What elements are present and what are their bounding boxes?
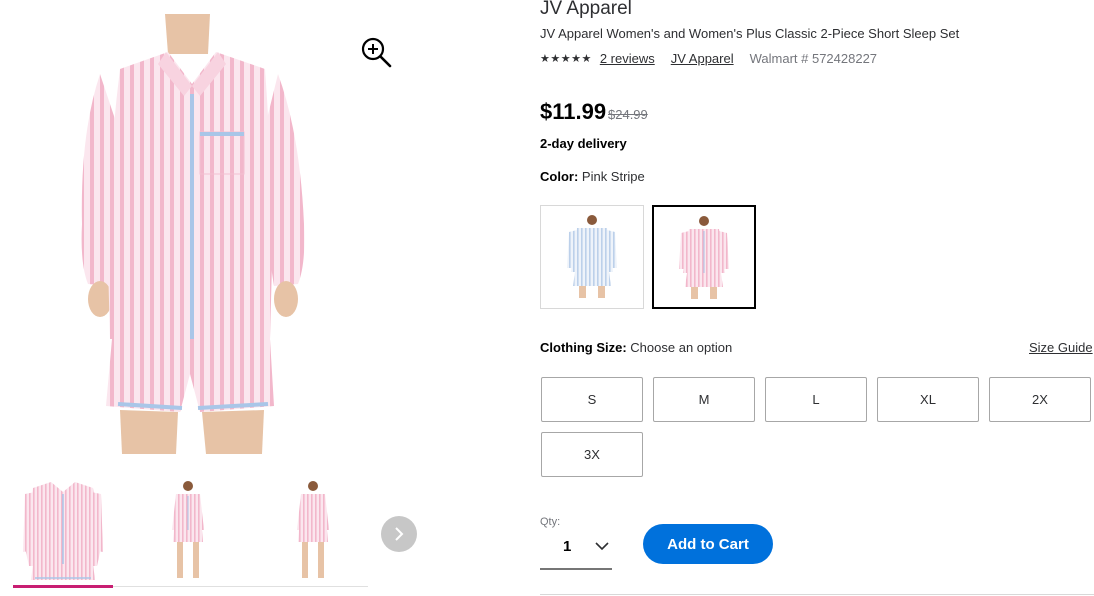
thumbnail-closeup[interactable] — [13, 478, 113, 584]
brand-link[interactable]: JV Apparel — [671, 51, 734, 66]
size-option-3x[interactable]: 3X — [541, 432, 643, 477]
rating-stars: ★★★★★ — [540, 53, 592, 65]
size-label-key: Clothing Size: — [540, 340, 627, 355]
thumbnail-full-back[interactable] — [263, 478, 363, 584]
was-price: $24.99 — [608, 107, 648, 122]
color-selector-label: Color: Pink Stripe — [540, 169, 645, 184]
quantity-value: 1 — [563, 538, 572, 555]
zoom-in-icon[interactable] — [360, 36, 392, 68]
delivery-badge: 2-day delivery — [540, 136, 627, 151]
size-option-2x[interactable]: 2X — [989, 377, 1091, 422]
size-option-l[interactable]: L — [765, 377, 867, 422]
product-meta-row: ★★★★★ 2 reviews JV Apparel Walmart # 572… — [540, 51, 877, 66]
size-selection-value: Choose an option — [630, 340, 733, 355]
product-hero-image — [60, 14, 330, 454]
brand-name: JV Apparel — [540, 0, 632, 19]
current-price: $11.99 — [540, 99, 607, 124]
chevron-right-icon[interactable] — [381, 516, 417, 552]
selected-color-value: Pink Stripe — [581, 169, 645, 184]
size-option-m[interactable]: M — [653, 377, 755, 422]
active-thumbnail-indicator — [13, 585, 113, 588]
size-option-s[interactable]: S — [541, 377, 643, 422]
product-title: JV Apparel Women's and Women's Plus Clas… — [540, 26, 960, 41]
quantity-label: Qty: — [540, 516, 561, 528]
add-to-cart-button[interactable]: Add to Cart — [643, 524, 773, 564]
size-option-xl[interactable]: XL — [877, 377, 979, 422]
reviews-link[interactable]: 2 reviews — [600, 51, 655, 66]
color-swatch-pink-stripe[interactable] — [652, 205, 756, 309]
thumbnail-strip — [13, 472, 368, 590]
thumbnail-full-front[interactable] — [138, 478, 238, 584]
color-label-key: Color: — [540, 169, 579, 184]
quantity-select[interactable]: 1 — [540, 532, 612, 570]
color-swatch-blue-stripe[interactable] — [540, 205, 644, 309]
size-guide-link[interactable]: Size Guide — [1029, 340, 1093, 355]
size-selector-label: Clothing Size: Choose an option — [540, 340, 732, 355]
walmart-item-number: Walmart # 572428227 — [749, 51, 878, 66]
section-divider — [540, 594, 1094, 595]
chevron-down-icon — [594, 538, 610, 554]
